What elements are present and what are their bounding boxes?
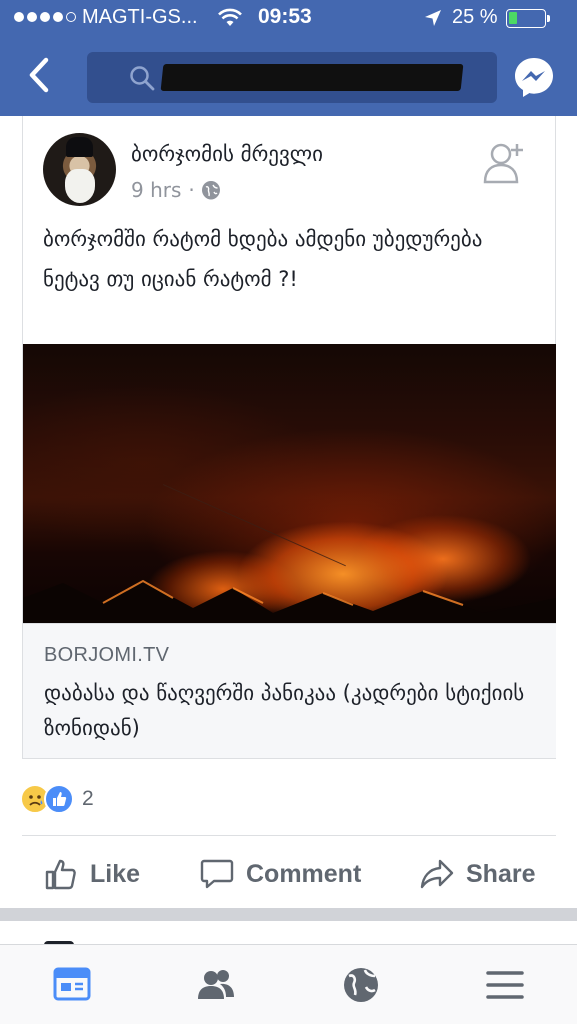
post-text: ბორჯომში რატომ ხდება ამდენი უბედურება ნე… [43, 227, 483, 291]
notifications-globe-icon[interactable] [341, 965, 381, 1005]
battery-tip [547, 15, 550, 22]
link-domain: BORJOMI.TV [44, 644, 170, 666]
post-time[interactable]: 9 hrs [131, 178, 181, 202]
news-feed-icon[interactable] [52, 965, 92, 1005]
share-button[interactable]: Share [420, 848, 535, 900]
search-input[interactable] [87, 52, 497, 103]
tab-bar [0, 944, 577, 1024]
feed-separator [0, 908, 577, 921]
wifi-icon [218, 8, 242, 32]
location-arrow-icon [424, 9, 442, 31]
add-friend-icon[interactable] [481, 140, 527, 190]
globe-icon [201, 181, 220, 200]
clock: 09:53 [258, 5, 312, 28]
menu-icon[interactable] [485, 965, 525, 1005]
like-button[interactable]: Like [44, 848, 140, 900]
chevron-left-icon[interactable] [20, 54, 60, 96]
comment-button[interactable]: Comment [200, 848, 361, 900]
avatar[interactable] [43, 133, 116, 206]
post-card: ბორჯომის მრევლი 9 hrs · ბორჯომში რატომ ხ… [22, 116, 556, 759]
battery-percent: 25 % [452, 6, 498, 28]
link-preview-image[interactable] [23, 344, 556, 623]
battery-icon [506, 9, 546, 28]
post-meta: 9 hrs · [131, 178, 220, 202]
thumbs-up-icon [45, 859, 76, 890]
post-actions: Like Comment Share [0, 848, 577, 900]
link-preview[interactable]: BORJOMI.TV დაბასა და წაღვერში პანიკაა (კ… [23, 623, 556, 758]
status-bar: MAGTI-GS... 09:53 25 % [0, 0, 577, 38]
meta-separator: · [188, 178, 195, 202]
like-label: Like [90, 859, 141, 888]
next-post-peek [0, 921, 577, 945]
share-label: Share [466, 859, 536, 888]
top-bar: MAGTI-GS... 09:53 25 % [0, 0, 577, 116]
carrier-name: MAGTI-GS... [82, 6, 198, 28]
reactions-summary[interactable]: 2 [20, 784, 94, 814]
messenger-icon[interactable] [513, 56, 555, 98]
navigation-bar [0, 40, 577, 110]
comment-label: Comment [246, 859, 362, 888]
redacted-search-text [160, 64, 464, 91]
friends-icon[interactable] [196, 965, 236, 1005]
like-reaction-icon [44, 784, 74, 814]
divider [22, 835, 556, 836]
signal-strength [14, 12, 76, 22]
comment-bubble-icon [200, 859, 234, 889]
link-title: დაბასა და წაღვერში პანიკაა (კადრები სტიქ… [44, 681, 525, 740]
share-arrow-icon [420, 859, 454, 889]
mountain-silhouette [23, 579, 556, 623]
search-icon [129, 65, 155, 95]
reaction-count: 2 [82, 787, 94, 810]
post-author[interactable]: ბორჯომის მრევლი [131, 142, 323, 166]
